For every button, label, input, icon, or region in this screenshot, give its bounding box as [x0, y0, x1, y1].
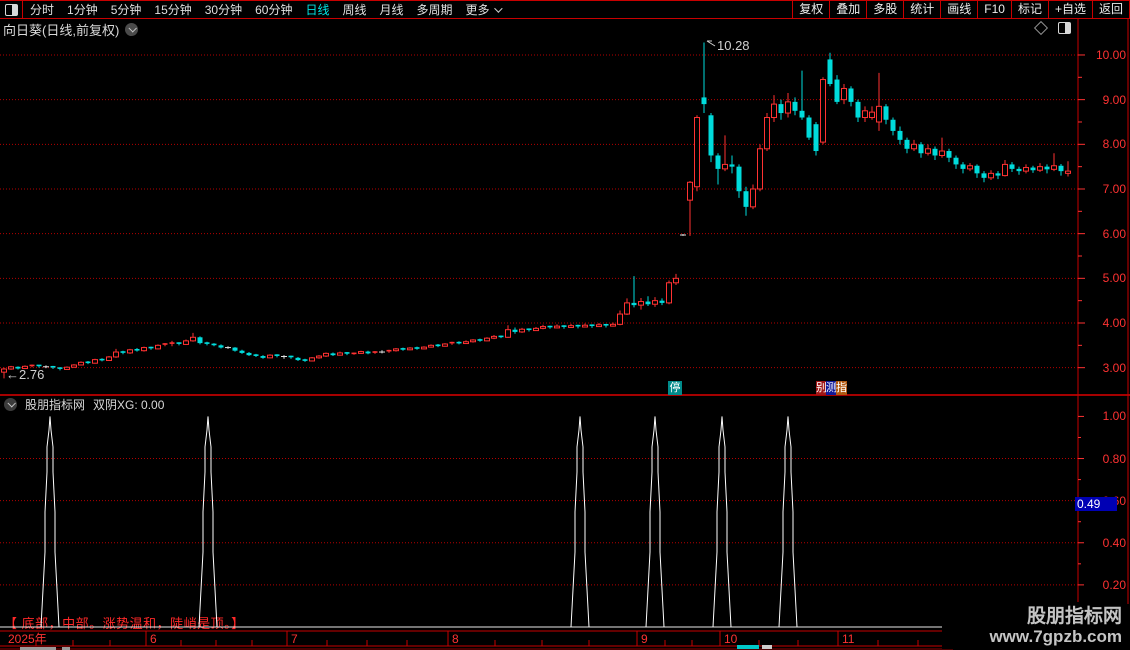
watermark-site-url: www.7gpzb.com: [989, 627, 1122, 646]
period-menu: 分时 1分钟 5分钟 15分钟 30分钟 60分钟 日线 周线 月线 多周期 更多: [30, 1, 503, 18]
title-dropdown-button[interactable]: [125, 22, 139, 36]
split-square-icon[interactable]: [1058, 22, 1071, 34]
limit-stop-badge: 停: [668, 381, 682, 395]
menu-item-月线[interactable]: 月线: [380, 1, 404, 18]
signal-spike: [645, 416, 665, 628]
signal-spike: [570, 416, 590, 628]
tool-button-标记[interactable]: 标记: [1010, 1, 1048, 18]
low-price-annotation: ←2.76: [6, 367, 44, 382]
watermark-site-name: 股朋指标网: [1026, 606, 1122, 627]
candlestick-chart[interactable]: [0, 0, 1130, 650]
tool-button-画线[interactable]: 画线: [940, 1, 977, 18]
low-price-value: 2.76: [19, 367, 45, 382]
diamond-icon[interactable]: [1033, 20, 1049, 36]
left-arrow-icon: ←: [6, 367, 19, 382]
indicator-label: 双阴XG:: [93, 397, 138, 412]
watermark: 股朋指标网 www.7gpzb.com: [942, 602, 1126, 649]
month-label: 8: [452, 632, 459, 646]
tool-button-+自选[interactable]: +自选: [1047, 1, 1092, 18]
tool-button-F10[interactable]: F10: [977, 1, 1011, 18]
price-axis-label: 9.00: [1102, 92, 1126, 107]
menu-item-60分钟[interactable]: 60分钟: [255, 1, 292, 18]
indicator-axis-label: 0.80: [1102, 451, 1126, 466]
menu-item-5分钟[interactable]: 5分钟: [111, 1, 142, 18]
tool-button-叠加[interactable]: 叠加: [829, 1, 866, 18]
title-bar: 向日葵(日线,前复权): [3, 21, 139, 38]
indicator-signal-text: 【 底部，中部。涨势温和，陡峭是顶。】: [4, 616, 245, 631]
menu-item-30分钟[interactable]: 30分钟: [205, 1, 242, 18]
indicator-panel-header: 股朋指标网 双阴XG: 0.00: [4, 396, 164, 413]
menu-item-1分钟[interactable]: 1分钟: [67, 1, 98, 18]
month-label: 7: [291, 632, 298, 646]
tool-button-多股[interactable]: 多股: [866, 1, 903, 18]
tools-menu: 复权 叠加 多股 统计 画线 F10 标记 +自选 返回: [792, 1, 1130, 18]
tool-button-复权[interactable]: 复权: [792, 1, 829, 18]
event-badge: 指: [836, 381, 847, 395]
indicator-value: 0.00: [141, 397, 165, 412]
tool-button-统计[interactable]: 统计: [903, 1, 940, 18]
price-axis-label: 3.00: [1102, 360, 1126, 375]
month-label: 6: [150, 632, 157, 646]
price-axis-label: 6.00: [1102, 226, 1126, 241]
menu-item-更多[interactable]: 更多: [466, 1, 503, 18]
window-layout-button[interactable]: [0, 1, 23, 18]
indicator-collapse-button[interactable]: [4, 397, 17, 411]
top-toolbar: 分时 1分钟 5分钟 15分钟 30分钟 60分钟 日线 周线 月线 多周期 更多 复权 叠加 多股 统计…: [0, 0, 1130, 19]
month-label: 11: [842, 632, 855, 646]
indicator-name-value: 双阴XG: 0.00: [93, 396, 164, 413]
menu-item-分时[interactable]: 分时: [30, 1, 54, 18]
indicator-axis-label: 0.20: [1102, 577, 1126, 592]
indicator-source-label: 股朋指标网: [25, 397, 86, 412]
price-axis-label: 10.00: [1095, 47, 1126, 62]
signal-spike: [40, 416, 60, 628]
page-title: 向日葵(日线,前复权): [3, 22, 120, 38]
signal-spike: [712, 416, 732, 628]
signal-spike: [198, 416, 218, 628]
stock-chart-window: 【 底部，中部。涨势温和，陡峭是顶。】 分时 1分钟 5分钟 15分钟 30分钟 60分钟…: [0, 0, 1130, 650]
price-axis-label: 7.00: [1102, 181, 1126, 196]
month-label: 2025年: [8, 632, 47, 646]
month-label: 10: [724, 632, 738, 646]
menu-item-日线[interactable]: 日线: [305, 1, 329, 18]
cursor-value-marker: 0.49: [1075, 497, 1117, 511]
price-axis-label: 4.00: [1102, 315, 1126, 330]
tool-button-返回[interactable]: 返回: [1091, 1, 1129, 18]
title-right-icons: [1033, 20, 1071, 36]
indicator-axis-label: 0.40: [1102, 535, 1126, 550]
indicator-axis-label: 1.00: [1102, 409, 1126, 424]
chevron-down-icon: [128, 24, 137, 33]
price-axis-label: 5.00: [1102, 271, 1126, 286]
split-square-icon: [4, 3, 18, 16]
menu-item-多周期[interactable]: 多周期: [417, 1, 453, 18]
signal-spike: [778, 416, 798, 628]
chevron-down-icon: [493, 3, 503, 13]
month-label: 9: [641, 632, 648, 646]
menu-item-周线[interactable]: 周线: [342, 1, 366, 18]
chevron-down-icon: [6, 399, 16, 408]
overlapping-event-badges: 别 测 指: [816, 381, 847, 395]
price-axis-label: 8.00: [1102, 137, 1126, 152]
menu-item-15分钟[interactable]: 15分钟: [154, 1, 191, 18]
high-price-annotation: 10.28: [717, 38, 750, 53]
